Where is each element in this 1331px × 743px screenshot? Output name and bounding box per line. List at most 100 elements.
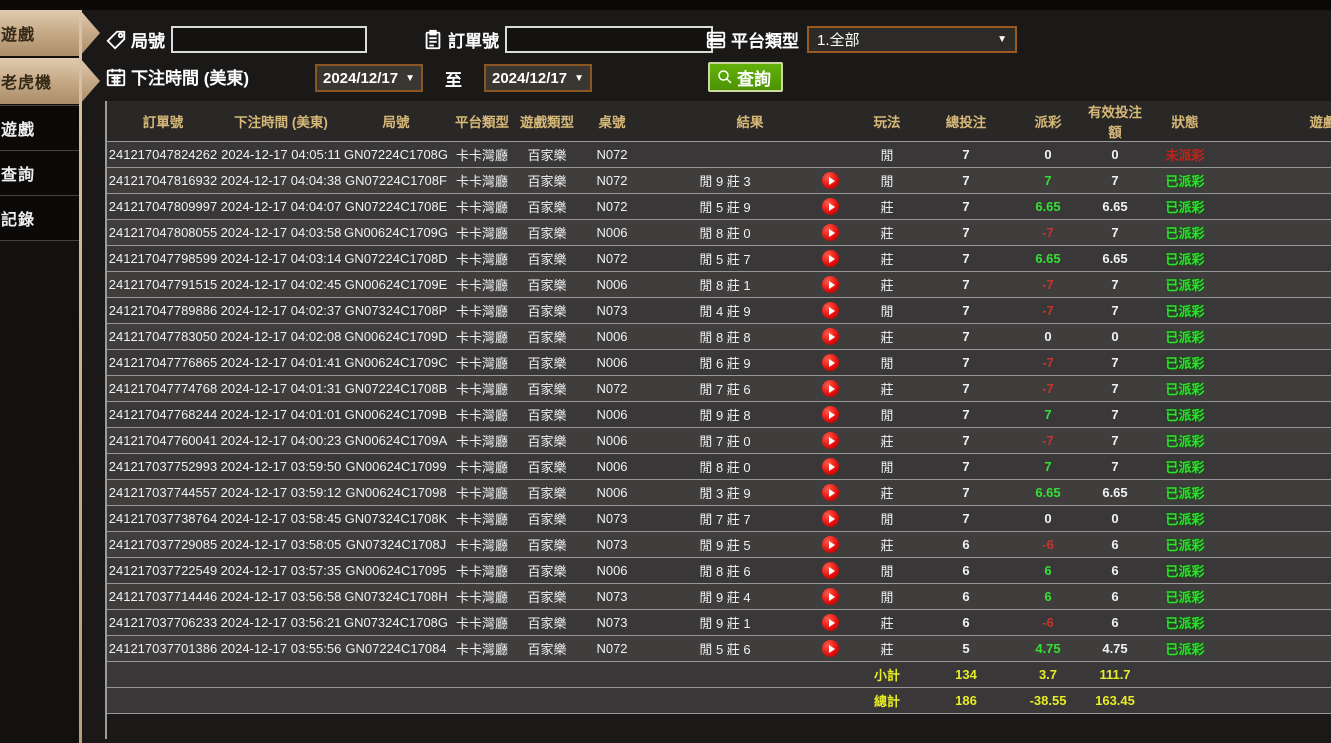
table-row: 241217037706233 2024-12-17 03:56:21 GN0732… — [107, 609, 1331, 636]
search-button-label: 查詢 — [737, 69, 771, 89]
round-no-input[interactable] — [171, 26, 367, 53]
platform-cell: 卡卡灣廳 — [449, 531, 515, 558]
play-video-icon[interactable] — [821, 536, 839, 554]
valid-bet-cell: 6.65 — [1083, 245, 1147, 272]
total-bet-cell: 7 — [919, 297, 1013, 324]
play-video-icon[interactable] — [821, 172, 839, 190]
grand-total-payout: -38.55 — [1013, 687, 1083, 714]
payout-cell: -7 — [1013, 375, 1083, 402]
game-cell — [1223, 557, 1331, 584]
status-cell: 已派彩 — [1147, 271, 1223, 298]
sidebar-item-4[interactable]: 查詢 — [0, 150, 80, 196]
valid-bet-cell: 7 — [1083, 349, 1147, 376]
play-type-cell: 閒 — [855, 297, 919, 324]
play-video-icon[interactable] — [821, 328, 839, 346]
col-total-bet: 總投注 — [919, 101, 1013, 142]
play-cell — [805, 427, 855, 454]
play-video-icon[interactable] — [821, 640, 839, 658]
status-cell: 已派彩 — [1147, 583, 1223, 610]
game-cell — [1223, 609, 1331, 636]
game-type-cell: 百家樂 — [515, 505, 579, 532]
play-video-icon[interactable] — [821, 354, 839, 372]
play-video-icon[interactable] — [821, 198, 839, 216]
play-type-cell: 閒 — [855, 167, 919, 194]
sidebar-item-label: 遊戲 — [1, 122, 36, 139]
chevron-down-icon: ▼ — [574, 72, 584, 84]
game-type-cell: 百家樂 — [515, 479, 579, 506]
play-video-icon[interactable] — [821, 510, 839, 528]
play-video-icon[interactable] — [821, 224, 839, 242]
table-row: 241217037722549 2024-12-17 03:57:35 GN0062… — [107, 557, 1331, 584]
round-no-cell: GN00624C1709E — [343, 271, 449, 298]
game-type-cell: 百家樂 — [515, 531, 579, 558]
game-cell — [1223, 401, 1331, 428]
game-type-cell: 百家樂 — [515, 375, 579, 402]
table-row: 241217047809997 2024-12-17 04:04:07 GN0722… — [107, 193, 1331, 220]
table-no-cell: N006 — [579, 557, 645, 584]
platform-type-select[interactable]: 1.全部 ▼ — [807, 26, 1017, 53]
sidebar-item-2[interactable]: 老虎機 — [0, 58, 100, 104]
order-no-cell: 241217047809997 — [107, 193, 219, 220]
table-row: 241217047791515 2024-12-17 04:02:45 GN0062… — [107, 271, 1331, 298]
platform-cell: 卡卡灣廳 — [449, 427, 515, 454]
play-type-cell: 閒 — [855, 401, 919, 428]
bet-time-cell: 2024-12-17 03:58:45 — [219, 505, 343, 532]
play-type-cell: 莊 — [855, 479, 919, 506]
payout-cell: 6.65 — [1013, 245, 1083, 272]
order-no-cell: 241217037714446 — [107, 583, 219, 610]
total-bet-cell: 5 — [919, 635, 1013, 662]
total-bet-cell: 6 — [919, 557, 1013, 584]
total-bet-cell: 7 — [919, 453, 1013, 480]
total-bet-cell: 6 — [919, 609, 1013, 636]
date-from-picker[interactable]: 2024/12/17 ▼ — [315, 64, 423, 92]
payout-cell: 0 — [1013, 141, 1083, 168]
play-video-icon[interactable] — [821, 406, 839, 424]
play-video-icon[interactable] — [821, 614, 839, 632]
result-cell: 閒 9 莊 5 — [645, 531, 805, 558]
play-video-icon[interactable] — [821, 484, 839, 502]
valid-bet-cell: 6 — [1083, 609, 1147, 636]
bet-time-cell: 2024-12-17 04:03:14 — [219, 245, 343, 272]
order-no-cell: 241217047776865 — [107, 349, 219, 376]
play-cell — [805, 453, 855, 480]
search-button[interactable]: 查詢 — [708, 62, 783, 92]
grand-total-total-bet: 186 — [919, 687, 1013, 714]
play-video-icon[interactable] — [821, 588, 839, 606]
table-no-cell: N006 — [579, 427, 645, 454]
col-payout: 派彩 — [1013, 101, 1083, 142]
play-video-icon[interactable] — [821, 276, 839, 294]
table-row: 241217037752993 2024-12-17 03:59:50 GN0062… — [107, 453, 1331, 480]
platform-cell: 卡卡灣廳 — [449, 297, 515, 324]
sidebar-item-1[interactable]: 遊戲 — [0, 10, 100, 56]
sidebar-item-5[interactable]: 記錄 — [0, 195, 80, 241]
order-no-cell: 241217037752993 — [107, 453, 219, 480]
play-video-icon[interactable] — [821, 432, 839, 450]
col-status: 狀態 — [1147, 101, 1223, 142]
round-no-cell: GN00624C1709D — [343, 323, 449, 350]
play-video-icon[interactable] — [821, 562, 839, 580]
round-no-cell: GN07224C17084 — [343, 635, 449, 662]
game-type-cell: 百家樂 — [515, 635, 579, 662]
order-no-input[interactable] — [505, 26, 713, 53]
game-cell — [1223, 531, 1331, 558]
play-cell — [805, 557, 855, 584]
payout-cell: 0 — [1013, 323, 1083, 350]
status-cell: 未派彩 — [1147, 141, 1223, 168]
platform-cell: 卡卡灣廳 — [449, 271, 515, 298]
play-video-icon[interactable] — [821, 302, 839, 320]
play-video-icon[interactable] — [821, 458, 839, 476]
play-type-cell: 閒 — [855, 349, 919, 376]
play-type-cell: 莊 — [855, 635, 919, 662]
play-video-icon[interactable] — [821, 250, 839, 268]
valid-bet-cell: 6 — [1083, 557, 1147, 584]
play-video-icon[interactable] — [821, 380, 839, 398]
bet-time-cell: 2024-12-17 04:02:37 — [219, 297, 343, 324]
sidebar-item-3[interactable]: 遊戲 — [0, 105, 80, 151]
payout-cell: 7 — [1013, 401, 1083, 428]
date-from-value: 2024/12/17 — [323, 69, 399, 87]
valid-bet-cell: 6.65 — [1083, 479, 1147, 506]
bet-time-cell: 2024-12-17 03:57:35 — [219, 557, 343, 584]
platform-cell: 卡卡灣廳 — [449, 349, 515, 376]
date-to-picker[interactable]: 2024/12/17 ▼ — [484, 64, 592, 92]
order-no-cell: 241217037706233 — [107, 609, 219, 636]
